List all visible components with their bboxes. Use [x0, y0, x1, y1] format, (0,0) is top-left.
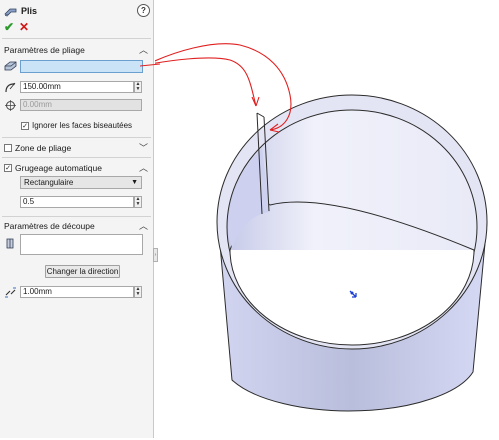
section-bend-zone[interactable]: Zone de pliage ﹀ — [0, 141, 153, 154]
feature-title: Plis — [21, 6, 38, 16]
rip-edges-list[interactable] — [20, 234, 143, 255]
section-rip-parameters[interactable]: Paramètres de découpe ︿ — [0, 219, 153, 232]
bend-radius-spinner[interactable]: ▲ ▼ — [134, 81, 142, 93]
ignore-beveled-faces-checkbox[interactable]: ✓ — [21, 122, 29, 130]
section-auto-relief[interactable]: ✓ Grugeage automatique ︿ — [0, 161, 153, 174]
relief-type-dropdown[interactable]: Rectangulaire ▼ — [20, 176, 142, 189]
rip-edges-icon — [3, 236, 17, 250]
cancel-button[interactable]: ✕ — [19, 20, 29, 34]
annotation-arrow — [139, 57, 257, 107]
property-manager-panel: Plis ? ✔ ✕ Paramètres de pliage ︿ 150.00… — [0, 0, 154, 438]
relief-type-value: Rectangulaire — [24, 178, 74, 187]
section-auto-relief-label: Grugeage automatique — [15, 162, 102, 173]
chevron-down-icon[interactable]: ▼ — [131, 177, 138, 188]
rip-edge-top — [256, 112, 265, 118]
bend-radius-input[interactable]: 150.00mm — [20, 81, 134, 93]
auto-relief-checkbox[interactable]: ✓ — [4, 163, 12, 172]
change-direction-button[interactable]: Changer la direction — [45, 265, 120, 278]
annotation-arrow — [139, 43, 292, 131]
feature-title-row: Plis — [3, 4, 37, 18]
section-bend-zone-label: Zone de pliage — [15, 142, 72, 153]
relief-ratio-spinner[interactable]: ▲ ▼ — [134, 196, 142, 208]
annotation-arrow-start — [140, 63, 160, 67]
fixed-face-icon — [3, 59, 17, 73]
rip-gap-spinner[interactable]: ▲ ▼ — [134, 286, 142, 298]
chevron-down-icon[interactable]: ﹀ — [139, 141, 148, 154]
rip-gap-input[interactable]: 1.00mm — [20, 286, 134, 298]
fixed-face-field[interactable] — [20, 60, 143, 73]
k-factor-input: 0.00mm — [20, 99, 142, 111]
chevron-up-icon[interactable]: ︿ — [139, 219, 148, 232]
section-bend-parameters-label: Paramètres de pliage — [4, 44, 85, 55]
section-rip-parameters-label: Paramètres de découpe — [4, 220, 95, 231]
k-factor-icon — [3, 98, 17, 112]
cylinder-part-view — [139, 43, 488, 412]
ok-button[interactable]: ✔ — [4, 20, 14, 34]
divider — [2, 38, 151, 39]
annotation-arrowhead — [251, 96, 260, 107]
relief-ratio-input[interactable]: 0.5 — [20, 196, 134, 208]
ignore-beveled-faces-label: Ignorer les faces biseautées — [32, 121, 133, 130]
help-icon[interactable]: ? — [137, 4, 150, 17]
graphics-viewport[interactable] — [139, 0, 499, 438]
bend-zone-checkbox[interactable] — [4, 143, 12, 152]
divider — [2, 216, 151, 217]
rip-gap-icon — [3, 285, 17, 299]
bend-radius-icon — [3, 80, 17, 94]
divider — [2, 137, 151, 138]
divider — [2, 157, 151, 158]
chevron-up-icon[interactable]: ︿ — [139, 161, 148, 174]
section-bend-parameters[interactable]: Paramètres de pliage ︿ — [0, 43, 153, 56]
bends-feature-icon — [3, 4, 17, 18]
